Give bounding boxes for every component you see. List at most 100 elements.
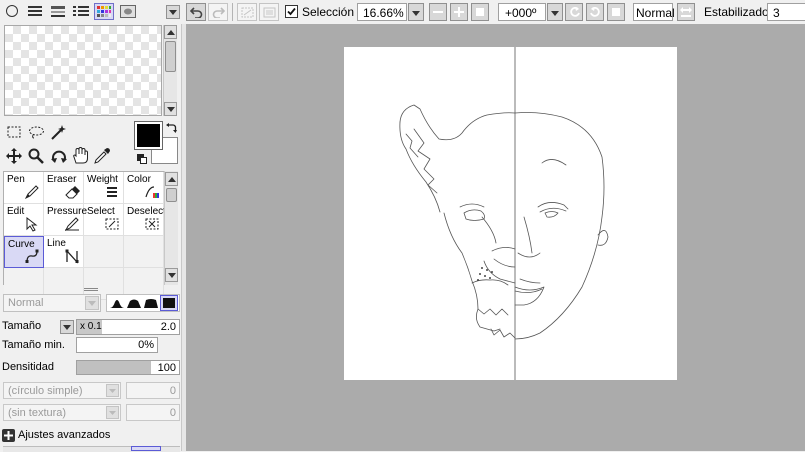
brush-texture-dropdown[interactable] bbox=[106, 406, 119, 419]
rotation-value: +000º bbox=[505, 6, 537, 20]
zoom-dropdown-button[interactable] bbox=[408, 3, 424, 21]
brush-blend-mode-select[interactable]: Normal bbox=[3, 294, 101, 312]
brush-tool-label: Color bbox=[127, 174, 151, 185]
flip-view-button[interactable] bbox=[677, 3, 695, 21]
brush-shape-select[interactable]: (círculo simple) bbox=[3, 382, 121, 399]
scroll-thumb[interactable] bbox=[165, 41, 176, 72]
rotate-tool-icon[interactable] bbox=[51, 148, 67, 164]
brush-tool-line[interactable]: Line bbox=[44, 236, 84, 268]
brush-blend-mode-value: Normal bbox=[8, 297, 44, 309]
size-value: 2.0 bbox=[160, 321, 176, 333]
undo-button[interactable] bbox=[186, 3, 206, 21]
square-icon bbox=[476, 8, 484, 16]
zoom-icon[interactable] bbox=[28, 148, 44, 164]
selection-checkbox[interactable] bbox=[285, 5, 298, 18]
lion-face-sketch bbox=[399, 47, 609, 380]
rotation-reset-button[interactable] bbox=[607, 3, 625, 21]
eraser-icon bbox=[65, 186, 80, 199]
brush-tool-deselect[interactable]: Deselect bbox=[124, 204, 166, 236]
brush-tool-empty-slot[interactable] bbox=[124, 236, 164, 268]
scroll-thumb[interactable] bbox=[166, 188, 177, 202]
hand-icon[interactable] bbox=[72, 147, 88, 164]
brush-tool-edit[interactable]: Edit bbox=[4, 204, 44, 236]
size-slider[interactable]: x 0.1 2.0 bbox=[76, 319, 180, 335]
deselect-selection-button[interactable] bbox=[237, 3, 257, 21]
zoom-in-button[interactable] bbox=[450, 3, 468, 21]
density-slider[interactable]: 100 bbox=[76, 360, 180, 375]
invert-selection-button[interactable] bbox=[259, 3, 279, 21]
stabilizer-field[interactable]: 3 bbox=[767, 3, 805, 21]
color-mixer-toggle-icon[interactable] bbox=[51, 5, 65, 18]
zoom-field[interactable]: 16.66% bbox=[357, 3, 407, 21]
brush-tool-color[interactable]: Color bbox=[124, 172, 164, 204]
rotate-right-button[interactable] bbox=[586, 3, 604, 21]
panel-menu-dropdown[interactable] bbox=[166, 5, 180, 19]
brush-tool-select[interactable]: Select bbox=[84, 204, 124, 236]
scratchpad-toggle-icon[interactable] bbox=[120, 5, 136, 18]
brush-blend-mode-dropdown[interactable] bbox=[85, 296, 99, 310]
advanced-settings-toggle[interactable] bbox=[2, 429, 15, 442]
primary-color-swatch[interactable] bbox=[134, 121, 163, 150]
brush-tool-empty-slot[interactable] bbox=[84, 236, 124, 268]
brush-tool-pressure[interactable]: Pressure bbox=[44, 204, 87, 236]
brush-texture-strength[interactable]: 0 bbox=[126, 404, 180, 421]
brush-tool-curve[interactable]: Curve bbox=[4, 236, 44, 268]
square-icon bbox=[612, 8, 620, 16]
density-slider-fill bbox=[77, 361, 151, 374]
eyedropper-icon[interactable] bbox=[94, 148, 110, 164]
scroll-up-button[interactable] bbox=[164, 25, 177, 39]
size-range-dropdown[interactable] bbox=[60, 320, 74, 334]
color-slider-toggle-icon[interactable] bbox=[28, 5, 42, 18]
medium-edge-shape-icon[interactable] bbox=[127, 298, 141, 308]
swatch-list-toggle-icon[interactable] bbox=[73, 5, 89, 18]
chevron-down-icon bbox=[109, 411, 116, 415]
scroll-up-button[interactable] bbox=[165, 172, 178, 186]
arrow-down-icon bbox=[167, 107, 175, 112]
move-icon[interactable] bbox=[6, 148, 22, 164]
deselect-icon bbox=[145, 218, 159, 230]
reset-colors-icon[interactable] bbox=[137, 154, 147, 164]
scroll-down-button[interactable] bbox=[164, 102, 177, 116]
advanced-settings-label[interactable]: Ajustes avanzados bbox=[18, 429, 110, 441]
swatch-grid-toggle-button[interactable] bbox=[94, 3, 114, 20]
rect-select-icon[interactable] bbox=[7, 126, 22, 139]
hard-edge-shape-icon[interactable] bbox=[144, 298, 158, 308]
checkmark-icon bbox=[287, 7, 296, 16]
chevron-down-icon bbox=[551, 11, 559, 16]
solid-edge-shape-button[interactable] bbox=[160, 295, 178, 311]
rotate-left-button[interactable] bbox=[565, 3, 583, 21]
weight-icon bbox=[107, 187, 117, 197]
soft-edge-shape-icon[interactable] bbox=[110, 298, 124, 308]
drawing-canvas[interactable] bbox=[344, 47, 677, 380]
brush-texture-value: (sin textura) bbox=[8, 407, 67, 419]
zoom-out-button[interactable] bbox=[429, 3, 447, 21]
brush-tool-weight[interactable]: Weight bbox=[84, 172, 124, 204]
min-size-slider[interactable]: 0% bbox=[76, 337, 158, 353]
arrow-up-icon bbox=[168, 177, 176, 182]
rotation-field[interactable]: +000º bbox=[498, 3, 546, 21]
brush-tool-eraser[interactable]: Eraser bbox=[44, 172, 84, 204]
min-size-label: Tamaño min. bbox=[2, 339, 65, 351]
magic-wand-icon[interactable] bbox=[50, 125, 66, 140]
brush-grid-scrollbar[interactable] bbox=[164, 171, 178, 285]
min-size-value: 0% bbox=[138, 339, 154, 351]
brush-tool-pen[interactable]: Pen bbox=[4, 172, 44, 204]
curve-icon bbox=[25, 249, 39, 263]
rotation-dropdown-button[interactable] bbox=[547, 3, 563, 21]
stabilizer-label: Estabilizador bbox=[704, 5, 773, 19]
color-wheel-toggle-icon[interactable] bbox=[6, 5, 18, 17]
scroll-down-button[interactable] bbox=[165, 268, 178, 282]
navigator-preview[interactable] bbox=[4, 25, 162, 116]
navigator-scrollbar[interactable] bbox=[163, 25, 177, 116]
swap-colors-icon[interactable] bbox=[165, 122, 177, 134]
redo-button[interactable] bbox=[208, 3, 228, 21]
zoom-reset-button[interactable] bbox=[471, 3, 489, 21]
brush-shape-strength[interactable]: 0 bbox=[126, 382, 180, 399]
view-mode-field[interactable]: Normal bbox=[633, 3, 675, 21]
lasso-icon[interactable] bbox=[28, 126, 45, 139]
brush-texture-select[interactable]: (sin textura) bbox=[3, 404, 121, 421]
chevron-down-icon bbox=[63, 325, 71, 330]
panel-resize-grip[interactable] bbox=[84, 288, 98, 291]
bottom-tab-selected[interactable] bbox=[131, 446, 161, 451]
brush-shape-dropdown[interactable] bbox=[106, 384, 119, 397]
